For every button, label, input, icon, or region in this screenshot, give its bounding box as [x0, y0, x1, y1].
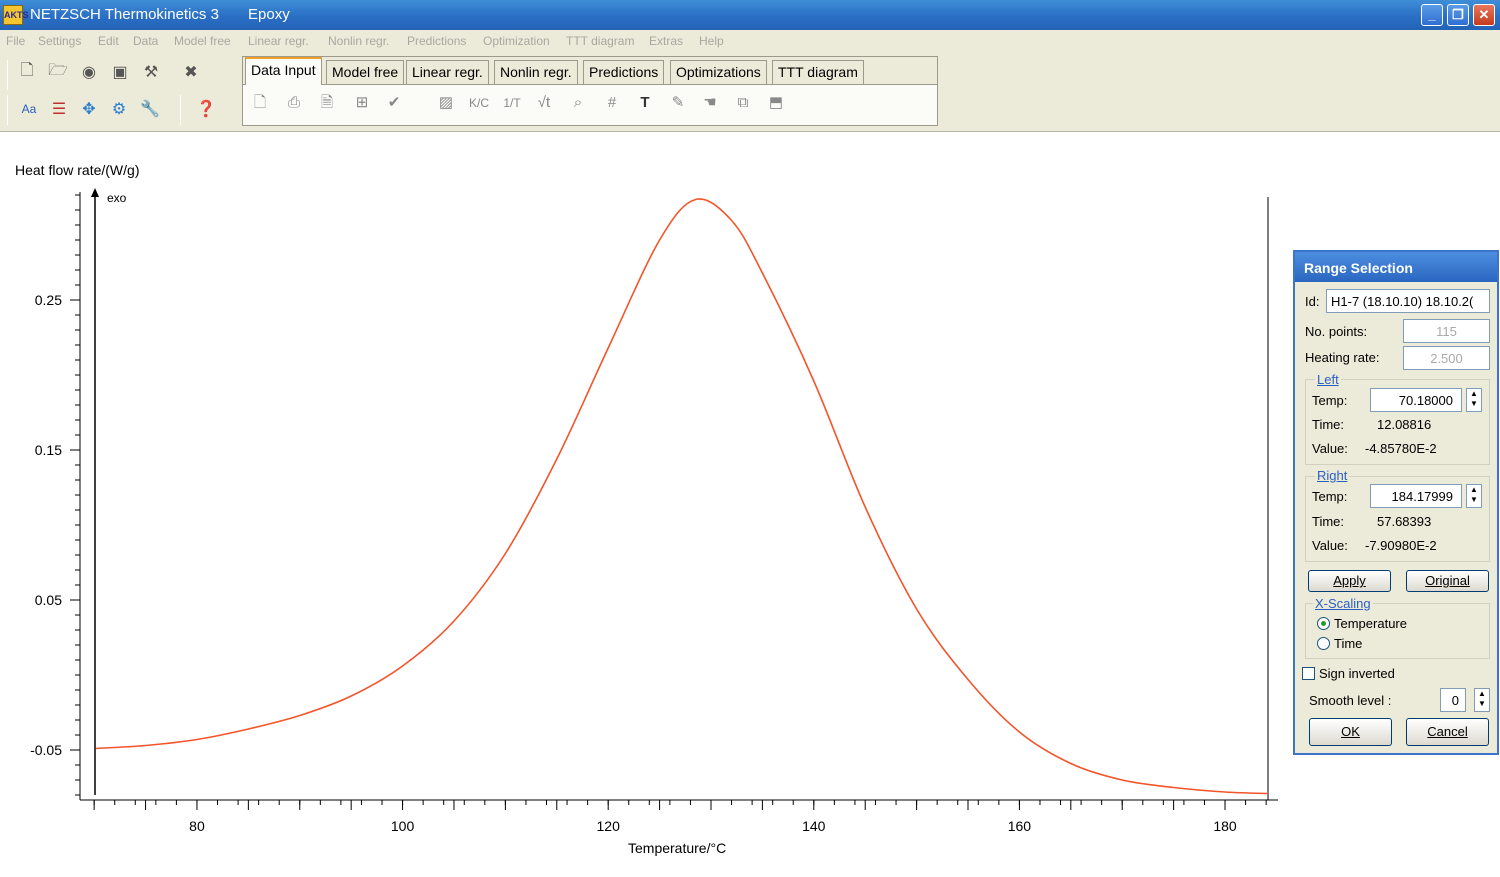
x-tick-label: 180 — [1213, 818, 1237, 834]
left-value-label: Value: — [1312, 441, 1348, 456]
app-window: AKTS NETZSCH Thermokinetics 3 Epoxy _ ❐ … — [0, 0, 1500, 877]
heating-rate-field: 2.500 — [1403, 346, 1490, 370]
temperature-radio[interactable] — [1317, 617, 1330, 630]
y-tick-label: 0.25 — [35, 292, 62, 308]
right-value-label: Value: — [1312, 538, 1348, 553]
y-tick-label: 0.15 — [35, 442, 62, 458]
y-tick-label: -0.05 — [30, 742, 62, 758]
left-group-label: Left — [1315, 372, 1341, 387]
heat-flow-chart: -0.05 0.05 0.15 0.25 80 100 120 140 160 180 — [30, 188, 1278, 834]
left-time-value: 12.08816 — [1377, 417, 1432, 432]
original-button[interactable]: Original — [1406, 570, 1489, 592]
left-temp-spinner[interactable]: ▲ ▼ — [1466, 388, 1482, 412]
heating-rate-label: Heating rate: — [1305, 350, 1380, 365]
left-value-value: -4.85780E-2 — [1365, 441, 1437, 456]
right-temp-spinner[interactable]: ▲ ▼ — [1466, 484, 1482, 508]
time-radio-label: Time — [1334, 636, 1363, 651]
smooth-level-input[interactable]: 0 — [1440, 688, 1466, 712]
left-temp-label: Temp: — [1312, 393, 1348, 408]
x-tick-label: 160 — [1008, 818, 1032, 834]
y-tick-label: 0.05 — [35, 592, 62, 608]
heat-flow-series — [95, 198, 1269, 795]
right-group-label: Right — [1315, 468, 1350, 483]
id-field[interactable]: H1-7 (18.10.10) 18.10.2( — [1326, 289, 1490, 313]
range-selection-dialog: Range Selection Id: H1-7 (18.10.10) 18.1… — [1293, 250, 1499, 755]
right-time-label: Time: — [1312, 514, 1345, 529]
xscaling-group — [1305, 603, 1490, 659]
right-temp-input[interactable]: 184.17999 — [1370, 484, 1462, 508]
xscaling-group-label: X-Scaling — [1313, 596, 1373, 611]
right-temp-label: Temp: — [1312, 489, 1348, 504]
right-value-value: -7.90980E-2 — [1365, 538, 1437, 553]
exo-arrow-head — [91, 188, 99, 197]
time-radio[interactable] — [1317, 637, 1330, 650]
points-label: No. points: — [1305, 324, 1368, 339]
ok-button[interactable]: OK — [1309, 718, 1392, 746]
id-label: Id: — [1305, 294, 1320, 309]
smooth-level-spinner[interactable]: ▲ ▼ — [1474, 688, 1490, 712]
x-tick-label: 120 — [597, 818, 621, 834]
temperature-radio-label: Temperature — [1334, 616, 1407, 631]
cancel-button[interactable]: Cancel — [1406, 718, 1489, 746]
x-tick-label: 80 — [189, 818, 205, 834]
left-time-label: Time: — [1312, 417, 1345, 432]
apply-button[interactable]: Apply — [1308, 570, 1391, 592]
dialog-title: Range Selection — [1295, 252, 1497, 282]
x-tick-label: 140 — [802, 818, 826, 834]
x-tick-label: 100 — [391, 818, 415, 834]
sign-inverted-label: Sign inverted — [1319, 666, 1395, 681]
points-field: 115 — [1403, 319, 1490, 343]
smooth-level-label: Smooth level : — [1309, 693, 1392, 708]
sign-inverted-checkbox[interactable] — [1302, 667, 1315, 680]
left-temp-input[interactable]: 70.18000 — [1370, 388, 1462, 412]
right-time-value: 57.68393 — [1377, 514, 1432, 529]
